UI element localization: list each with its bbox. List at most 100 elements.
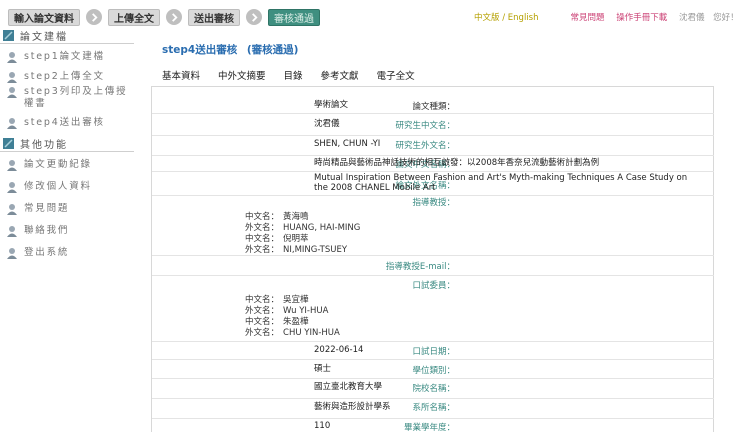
sidebar-section-title: 論文建檔: [20, 32, 68, 43]
language-switch: 中文版 / English: [474, 11, 539, 23]
field-label: 研究生中文名：: [395, 121, 455, 131]
sidebar-item-label: 聯絡我們: [24, 225, 70, 236]
step-upload-fulltext[interactable]: 上傳全文: [108, 8, 160, 26]
user-icon: [7, 52, 17, 63]
name-value: 倪明萃: [283, 234, 309, 244]
user-icon: [7, 248, 17, 259]
name-value: 朱盈樺: [283, 317, 309, 327]
field-label: 院校名稱：: [412, 384, 455, 394]
list-item: 外文名： NI,MING-TSUEY: [245, 245, 360, 256]
sidebar: 論文建檔 step1論文建檔 step2上傳全文 step3列印及上傳授權書 s…: [0, 28, 134, 259]
committee-list: 中文名： 吳宜樺 外文名： Wu YI-HUA 中文名： 朱盈樺 外文名： CHU YI…: [245, 295, 340, 339]
field-value: 碩士: [314, 364, 332, 374]
list-item: 外文名： Wu YI-HUA: [245, 306, 340, 317]
sidebar-item-label: step3列印及上傳授權書: [24, 86, 128, 109]
sidebar-item-label: step2上傳全文: [24, 71, 105, 82]
faq-link[interactable]: 常見問題: [571, 13, 605, 23]
sidebar-item-label: 修改個人資料: [24, 181, 92, 192]
field-row-committee: 口試委員： 中文名： 吳宜樺 外文名： Wu YI-HUA 中文名： 朱盈樺 外文名：…: [152, 276, 714, 342]
sidebar-item-step4[interactable]: step4送出審核: [0, 117, 134, 129]
list-item: 中文名： 黃海鳴: [245, 212, 360, 223]
sidebar-item-label: 論文更動紀錄: [24, 159, 92, 170]
field-label: 系所名稱：: [412, 403, 455, 413]
sidebar-section-other: 其他功能: [0, 136, 134, 152]
thesis-info-panel: 論文種類： 學術論文 研究生中文名： 沈君儀 研究生外文名： SHEN, CHU…: [151, 86, 714, 432]
sidebar-item-profile[interactable]: 修改個人資料: [0, 181, 134, 193]
lang-en-link[interactable]: English: [508, 13, 539, 23]
sidebar-section-title: 其他功能: [20, 140, 68, 151]
advisor-list: 中文名： 黃海鳴 外文名： HUANG, HAI-MING 中文名： 倪明萃 外文名：…: [245, 212, 360, 256]
field-value: 學術論文: [314, 100, 349, 110]
user-icon: [7, 118, 17, 129]
user-icon: [7, 72, 17, 83]
list-item: 外文名： HUANG, HAI-MING: [245, 223, 360, 234]
manual-download-link[interactable]: 操作手冊下載: [616, 13, 667, 23]
name-key: 外文名：: [245, 223, 280, 233]
user-icon: [7, 182, 17, 193]
field-row-english-title: 論文外文名稱： Mutual Inspiration Between Fashi…: [152, 172, 714, 196]
tab-basic-info[interactable]: 基本資料: [162, 68, 200, 82]
name-value: CHU YIN-HUA: [283, 328, 340, 338]
name-value: 吳宜樺: [283, 295, 309, 305]
name-key: 中文名：: [245, 317, 280, 327]
sidebar-item-label: step4送出審核: [24, 117, 105, 128]
step-enter-thesis[interactable]: 輸入論文資料: [8, 8, 80, 26]
tab-abstract[interactable]: 中外文摘要: [218, 68, 266, 82]
field-label: 學位類別：: [412, 366, 455, 376]
field-row-department: 系所名稱： 藝術與造形設計學系: [152, 399, 714, 419]
sidebar-item-logout[interactable]: 登出系統: [0, 247, 134, 259]
sidebar-item-step1[interactable]: step1論文建檔: [0, 51, 134, 63]
name-value: HUANG, HAI-MING: [283, 223, 361, 233]
tab-references[interactable]: 參考文獻: [321, 68, 359, 82]
square-bullet-icon: [3, 138, 14, 149]
lang-zh-link[interactable]: 中文版: [474, 13, 500, 23]
arrow-right-icon: [166, 9, 182, 25]
sidebar-item-change-log[interactable]: 論文更動紀錄: [0, 159, 134, 171]
lang-separator: /: [499, 13, 508, 23]
sidebar-section-thesis: 論文建檔: [0, 28, 134, 44]
field-label: 口試委員：: [412, 281, 455, 291]
field-label: 口試日期：: [412, 347, 455, 357]
field-value: SHEN, CHUN -YI: [314, 139, 381, 149]
sidebar-item-faq[interactable]: 常見問題: [0, 203, 134, 215]
field-value: 藝術與造形設計學系: [314, 402, 391, 412]
user-icon: [7, 204, 17, 215]
sidebar-item-step3[interactable]: step3列印及上傳授權書: [0, 86, 128, 110]
page-title-step: step4送出審核: [162, 44, 238, 56]
name-key: 中文名：: [245, 212, 280, 222]
field-label: 研究生外文名：: [395, 141, 455, 151]
name-key: 中文名：: [245, 295, 280, 305]
page-title-status: (審核通過): [246, 44, 299, 56]
tab-fulltext[interactable]: 電子全文: [377, 68, 415, 82]
user-icon: [7, 226, 17, 237]
field-label: 畢業學年度：: [403, 423, 455, 432]
page-title: step4送出審核 (審核通過): [162, 42, 298, 57]
name-key: 外文名：: [245, 328, 280, 338]
arrow-right-icon: [246, 9, 262, 25]
sidebar-item-label: step1論文建檔: [24, 51, 105, 62]
field-label: 指導教授E-mail：: [385, 262, 455, 272]
name-value: 黃海鳴: [283, 212, 309, 222]
field-value: 國立臺北教育大學: [314, 382, 383, 392]
sidebar-item-contact[interactable]: 聯絡我們: [0, 225, 134, 237]
sidebar-item-label: 登出系統: [24, 247, 70, 258]
step-submit-review[interactable]: 送出審核: [188, 8, 240, 26]
name-value: Wu YI-HUA: [283, 306, 329, 316]
field-row-chinese-title: 論文中文名稱： 時尚精品與藝術品神話技術的相互啟發：以2008年香奈兒流動藝術計…: [152, 156, 714, 172]
field-value: 時尚精品與藝術品神話技術的相互啟發：以2008年香奈兒流動藝術計劃為例: [314, 158, 600, 168]
tab-toc[interactable]: 目錄: [284, 68, 303, 82]
progress-steps: 輸入論文資料 上傳全文 送出審核 審核通過: [8, 7, 320, 27]
field-label: 論文種類：: [412, 102, 455, 112]
list-item: 外文名： CHU YIN-HUA: [245, 328, 340, 339]
greeting: 您好！: [713, 13, 739, 23]
sidebar-item-step2[interactable]: step2上傳全文: [0, 71, 134, 83]
list-item: 中文名： 吳宜樺: [245, 295, 340, 306]
field-row-degree: 學位類別： 碩士: [152, 360, 714, 379]
step-review-approved[interactable]: 審核通過: [268, 8, 320, 26]
list-item: 中文名： 倪明萃: [245, 234, 360, 245]
top-links: 中文版 / English 常見問題 操作手冊下載 沈君儀 您好！ 登出: [474, 11, 740, 23]
list-item: 中文名： 朱盈樺: [245, 317, 340, 328]
field-row-english-name: 研究生外文名： SHEN, CHUN -YI: [152, 136, 714, 156]
sidebar-item-label: 常見問題: [24, 203, 70, 214]
user-icon: [7, 160, 17, 171]
